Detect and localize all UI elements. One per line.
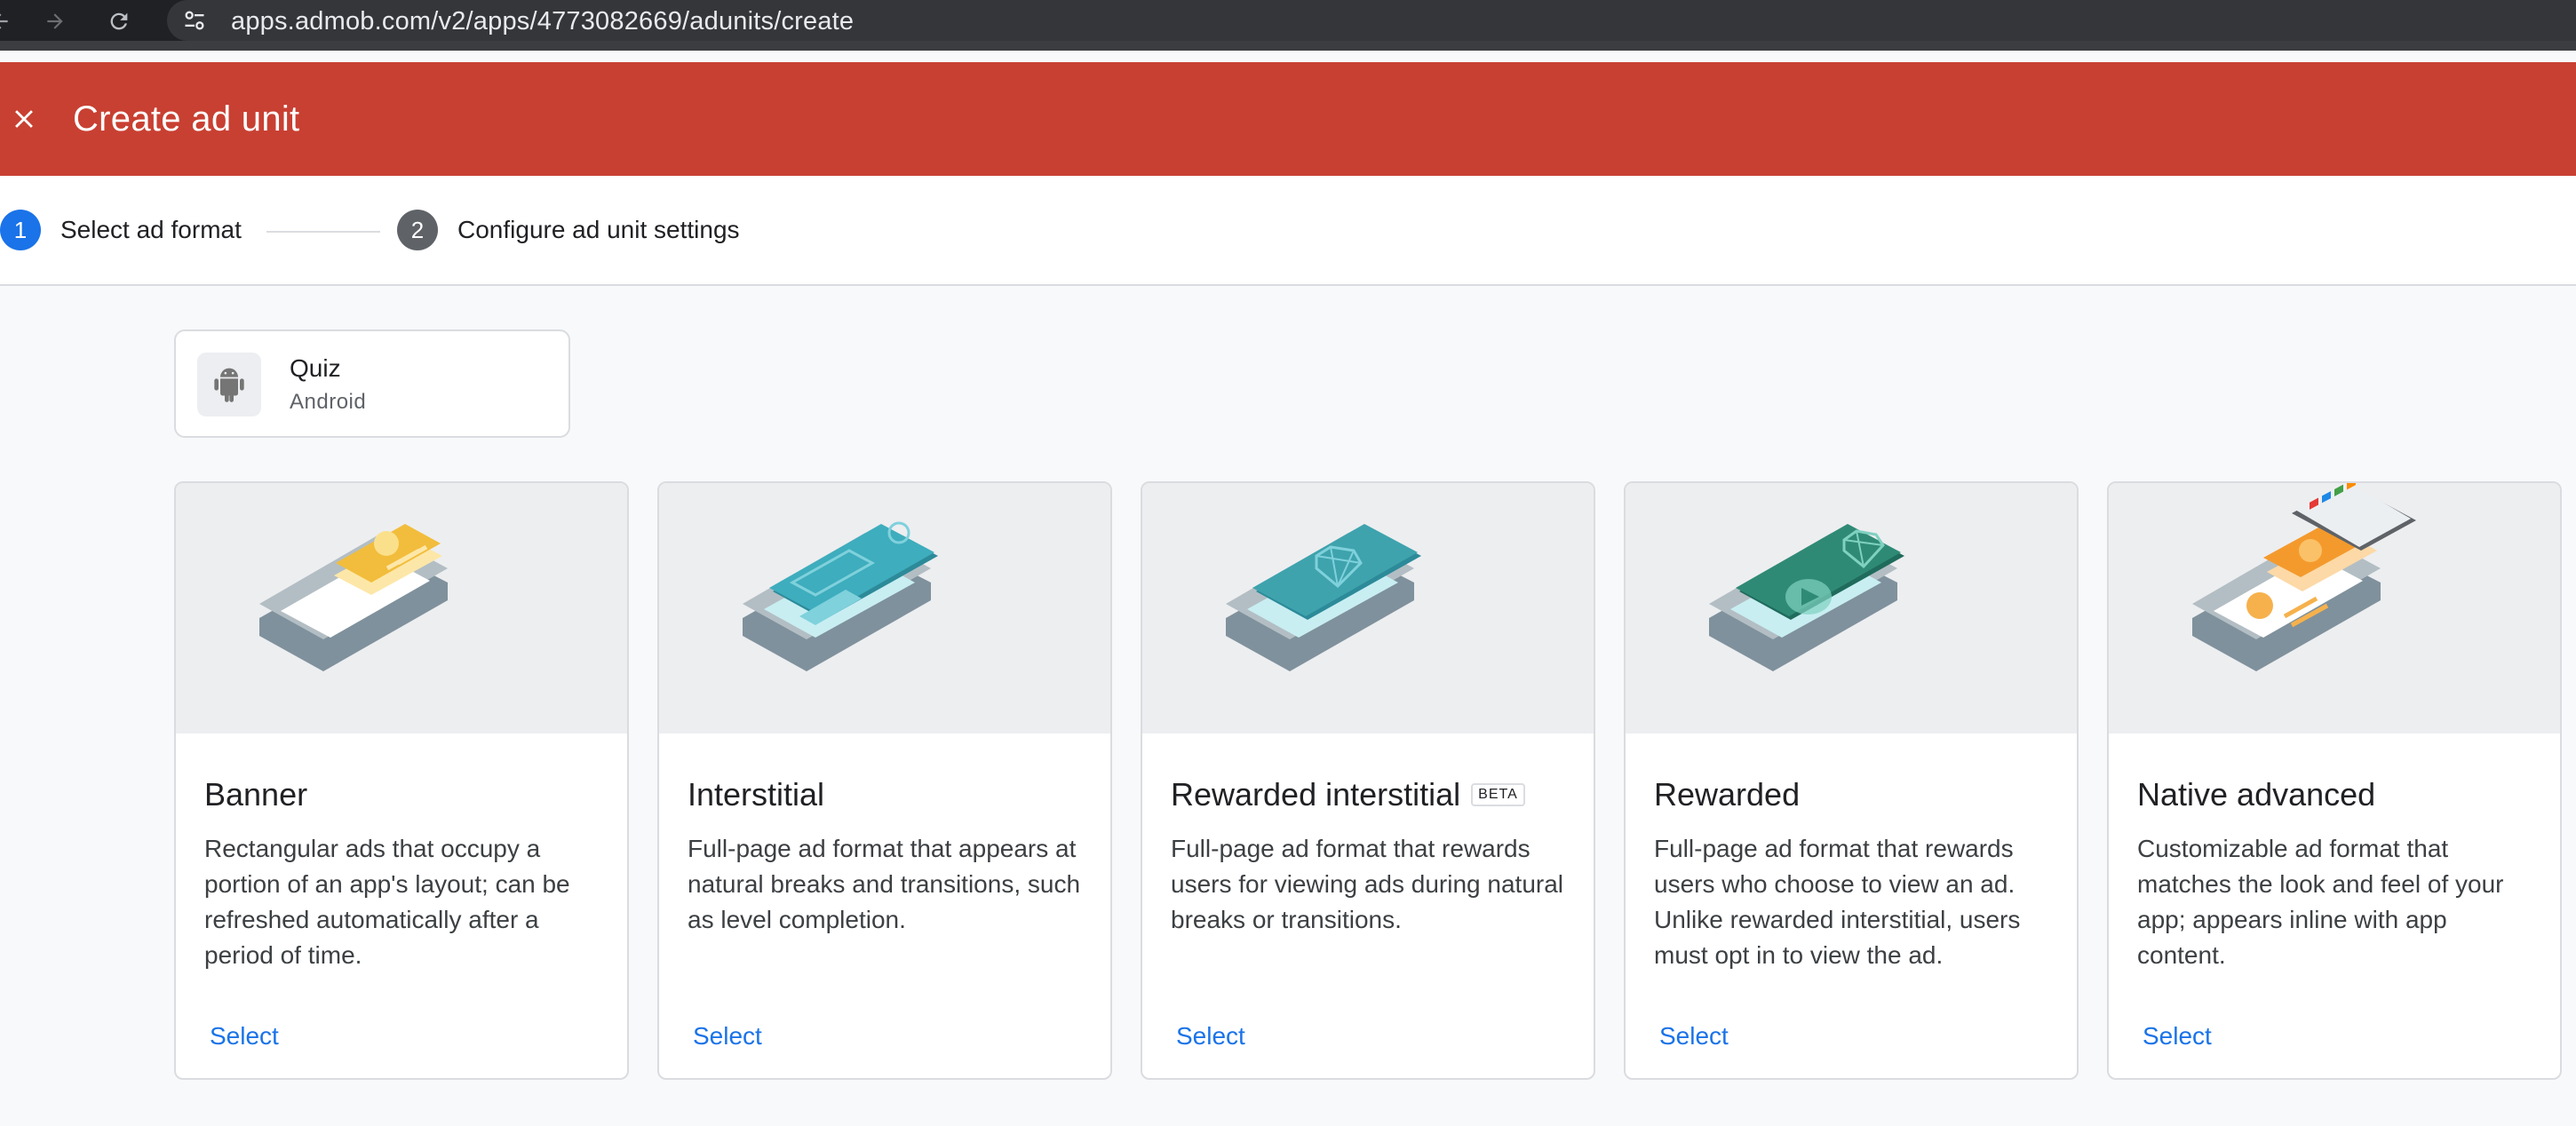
select-native-advanced-button[interactable]: Select <box>2132 1016 2222 1057</box>
step-connector <box>266 231 380 233</box>
site-info-button[interactable] <box>179 6 210 35</box>
back-button[interactable] <box>0 2 20 41</box>
format-card-rewarded-interstitial[interactable]: Rewarded interstitial BETA Full-page ad f… <box>1141 481 1595 1080</box>
app-header: Create ad unit <box>0 62 2576 176</box>
app-platform: Android <box>290 390 367 414</box>
format-card-native-advanced[interactable]: Native advanced Customizable ad format t… <box>2107 481 2562 1080</box>
toolbar-divider <box>0 41 2576 51</box>
format-title-text: Rewarded <box>1654 776 1801 813</box>
step-2-label: Configure ad unit settings <box>457 216 740 243</box>
stepper: 1 Select ad format 2 Configure ad unit s… <box>0 176 2576 286</box>
tune-icon <box>185 11 204 30</box>
format-title-text: Banner <box>204 776 308 813</box>
arrow-left-icon <box>0 13 8 29</box>
beta-badge: BETA <box>1471 783 1525 806</box>
reload-button[interactable] <box>99 2 139 41</box>
format-title-text: Interstitial <box>688 776 825 813</box>
app-icon <box>197 353 261 416</box>
select-rewarded-button[interactable]: Select <box>1649 1016 1739 1057</box>
format-description: Full-page ad format that rewards users w… <box>1654 835 2021 969</box>
close-button[interactable] <box>2 94 46 144</box>
app-name: Quiz <box>290 354 341 382</box>
step-1-label: Select ad format <box>60 216 242 243</box>
format-title-text: Rewarded interstitial <box>1171 776 1461 813</box>
close-icon <box>15 110 33 128</box>
format-card-banner[interactable]: Banner Rectangular ads that occupy a por… <box>174 481 629 1080</box>
format-title: Native advanced <box>2137 776 2375 813</box>
step-1-number: 1 <box>0 210 41 250</box>
format-title-text: Native advanced <box>2137 776 2376 813</box>
browser-toolbar: apps.admob.com/v2/apps/4773082669/adunit… <box>0 0 2576 51</box>
android-icon <box>214 368 244 402</box>
format-title: Interstitial <box>688 776 824 813</box>
address-bar[interactable]: apps.admob.com/v2/apps/4773082669/adunit… <box>167 0 2576 41</box>
format-description: Customizable ad format that matches the … <box>2137 835 2504 969</box>
banner-illustration <box>176 483 627 733</box>
url-text[interactable]: apps.admob.com/v2/apps/4773082669/adunit… <box>231 7 854 36</box>
rewarded-interstitial-illustration <box>1142 483 1594 733</box>
forward-button[interactable] <box>36 2 75 41</box>
format-title: Rewarded interstitial BETA <box>1171 776 1525 813</box>
format-description: Full-page ad format that appears at natu… <box>688 835 1081 933</box>
step-2-number: 2 <box>397 210 438 250</box>
format-title: Rewarded <box>1654 776 1800 813</box>
format-title: Banner <box>204 776 307 813</box>
page-title: Create ad unit <box>73 99 300 139</box>
rewarded-illustration <box>1626 483 2077 733</box>
select-banner-button[interactable]: Select <box>199 1016 290 1057</box>
arrow-right-icon <box>47 13 63 29</box>
format-description: Full-page ad format that rewards users f… <box>1171 835 1564 933</box>
interstitial-illustration <box>659 483 1110 733</box>
format-description: Rectangular ads that occupy a portion of… <box>204 835 570 969</box>
app-selector-chip: Quiz Android <box>174 329 570 438</box>
select-interstitial-button[interactable]: Select <box>682 1016 773 1057</box>
native-advanced-illustration <box>2109 483 2560 733</box>
reload-icon <box>110 12 128 30</box>
format-card-rewarded[interactable]: Rewarded Full-page ad format that reward… <box>1624 481 2079 1080</box>
select-rewarded-interstitial-button[interactable]: Select <box>1165 1016 1256 1057</box>
format-card-interstitial[interactable]: Interstitial Full-page ad format that ap… <box>657 481 1112 1080</box>
